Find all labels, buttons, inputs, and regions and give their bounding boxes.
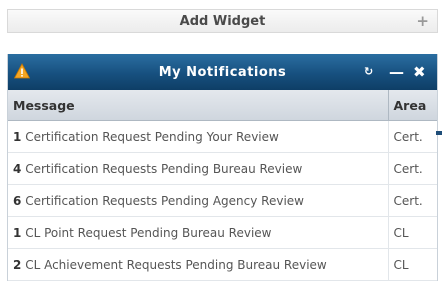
warning-triangle-icon bbox=[14, 63, 30, 79]
widget-title: My Notifications bbox=[158, 64, 287, 80]
area-cell: CL bbox=[387, 248, 437, 281]
area-cell: Cert. bbox=[387, 120, 437, 153]
widget-header[interactable]: My Notifications ↻ — ✖ bbox=[8, 54, 437, 90]
notification-count: 2 bbox=[13, 257, 22, 272]
column-header-message[interactable]: Message bbox=[8, 90, 388, 121]
table-row[interactable]: 1 CL Point Request Pending Bureau Review… bbox=[8, 216, 437, 249]
add-widget-label: Add Widget bbox=[179, 13, 266, 29]
notification-message[interactable]: Certification Request Pending Your Revie… bbox=[25, 130, 279, 144]
area-cell: Cert. bbox=[387, 184, 437, 217]
scrollbar-marker[interactable] bbox=[436, 131, 442, 135]
notification-message[interactable]: Certification Requests Pending Agency Re… bbox=[25, 194, 304, 208]
area-cell: CL bbox=[387, 216, 437, 249]
notifications-widget: My Notifications ↻ — ✖ Message Area 1 Ce… bbox=[7, 54, 438, 281]
message-cell[interactable]: 1 Certification Request Pending Your Rev… bbox=[8, 120, 388, 153]
table-row[interactable]: 4 Certification Requests Pending Bureau … bbox=[8, 152, 437, 185]
message-cell[interactable]: 4 Certification Requests Pending Bureau … bbox=[8, 152, 388, 185]
add-widget-button[interactable]: Add Widget + bbox=[7, 9, 438, 33]
table-header-row: Message Area bbox=[8, 90, 437, 121]
table-row[interactable]: 6 Certification Requests Pending Agency … bbox=[8, 184, 437, 217]
plus-icon[interactable]: + bbox=[416, 12, 429, 30]
notification-message[interactable]: CL Point Request Pending Bureau Review bbox=[25, 226, 271, 240]
column-header-area[interactable]: Area bbox=[387, 90, 437, 121]
notifications-table: Message Area 1 Certification Request Pen… bbox=[8, 90, 437, 281]
close-icon[interactable]: ✖ bbox=[413, 63, 426, 81]
notification-message[interactable]: Certification Requests Pending Bureau Re… bbox=[25, 162, 302, 176]
table-row[interactable]: 2 CL Achievement Requests Pending Bureau… bbox=[8, 248, 437, 281]
minimize-icon[interactable]: — bbox=[389, 63, 404, 81]
message-cell[interactable]: 6 Certification Requests Pending Agency … bbox=[8, 184, 388, 217]
table-row[interactable]: 1 Certification Request Pending Your Rev… bbox=[8, 120, 437, 153]
notification-message[interactable]: CL Achievement Requests Pending Bureau R… bbox=[25, 258, 327, 272]
refresh-icon[interactable]: ↻ bbox=[364, 63, 373, 81]
notification-count: 1 bbox=[13, 225, 22, 240]
notification-count: 1 bbox=[13, 129, 22, 144]
message-cell[interactable]: 1 CL Point Request Pending Bureau Review bbox=[8, 216, 388, 249]
notification-count: 6 bbox=[13, 193, 22, 208]
message-cell[interactable]: 2 CL Achievement Requests Pending Bureau… bbox=[8, 248, 388, 281]
notification-count: 4 bbox=[13, 161, 22, 176]
area-cell: Cert. bbox=[387, 152, 437, 185]
